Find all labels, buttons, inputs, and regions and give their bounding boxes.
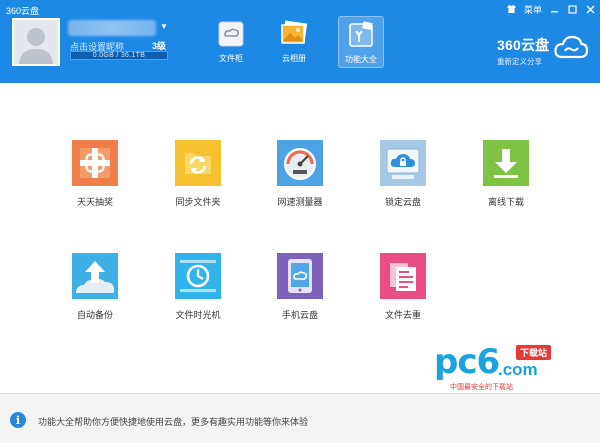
feature-auto-backup[interactable]: 自动备份 [60, 253, 130, 321]
menu-button[interactable]: 菜单 [524, 2, 542, 16]
tab-all-features[interactable]: 功能大全 [338, 16, 384, 68]
feature-label: 天天抽奖 [76, 197, 113, 207]
feature-label: 锁定云盘 [384, 197, 421, 207]
cloud-logo-icon [554, 35, 589, 59]
window-title: 360云盘 [6, 6, 40, 16]
storage-quota: 0.0GB / 36.1TB [70, 51, 168, 60]
window-controls: 菜单 [506, 2, 596, 16]
pc6-watermark: pc6 下载站 .com 中国最安全的下载站 [434, 343, 566, 397]
daily-lottery-icon [72, 140, 118, 186]
header-bar: 360云盘 菜单 ▼ 点击设置昵称 3级 0.0GB / 36.1TB 文件柜 … [0, 0, 600, 83]
feature-sync-folder[interactable]: 同步文件夹 [163, 140, 233, 208]
watermark-tag: 下载站 [516, 345, 552, 360]
minimize-icon[interactable] [548, 2, 560, 16]
lock-cloud-icon [380, 140, 426, 186]
sync-folder-icon [175, 140, 221, 186]
toolbox-icon [349, 21, 373, 47]
dedupe-icon [380, 253, 426, 299]
feature-daily-lottery[interactable]: 天天抽奖 [60, 140, 130, 208]
info-icon: i [10, 412, 26, 428]
feature-lock-cloud[interactable]: 锁定云盘 [368, 140, 438, 208]
skin-icon[interactable] [506, 2, 518, 16]
watermark-brand: pc6 [434, 342, 500, 382]
footer-bar: i 功能大全帮助你方便快捷地使用云盘，更多有趣实用功能等你来体验 [0, 393, 600, 443]
feature-time-machine[interactable]: 文件时光机 [163, 253, 233, 321]
feature-offline-download[interactable]: 离线下载 [471, 140, 541, 208]
tab-label: 云相册 [282, 54, 306, 63]
maximize-icon[interactable] [566, 2, 578, 16]
brand-name: 360云盘 [497, 37, 550, 53]
feature-dedupe[interactable]: 文件去重 [368, 253, 438, 321]
offline-download-icon [483, 140, 529, 186]
time-machine-icon [175, 253, 221, 299]
feature-label: 自动备份 [76, 310, 113, 320]
tab-label: 文件柜 [219, 54, 243, 63]
watermark-slogan: 中国最安全的下载站 [450, 384, 513, 391]
feature-label: 手机云盘 [281, 310, 318, 320]
speed-meter-icon [277, 140, 323, 186]
photo-album-icon [281, 20, 308, 44]
auto-backup-icon [72, 253, 118, 299]
feature-speed-meter[interactable]: 网速测量器 [265, 140, 335, 208]
tab-photo-album[interactable]: 云相册 [271, 16, 317, 68]
avatar[interactable] [12, 18, 60, 66]
brand: 360云盘 重新定义分享 [497, 35, 549, 67]
chevron-down-icon[interactable]: ▼ [160, 22, 168, 31]
feature-label: 同步文件夹 [175, 197, 221, 207]
brand-slogan: 重新定义分享 [497, 57, 542, 66]
tab-file-cabinet[interactable]: 文件柜 [208, 16, 254, 68]
watermark-domain: .com [498, 360, 538, 379]
feature-label: 离线下载 [487, 197, 524, 207]
footer-text: 功能大全帮助你方便快捷地使用云盘，更多有趣实用功能等你来体验 [38, 417, 309, 427]
file-cabinet-icon [218, 21, 244, 47]
feature-label: 文件时光机 [175, 310, 221, 320]
username-redacted [68, 20, 156, 36]
mobile-cloud-icon [277, 253, 323, 299]
close-icon[interactable] [584, 2, 596, 16]
feature-mobile-cloud[interactable]: 手机云盘 [265, 253, 335, 321]
feature-label: 文件去重 [384, 310, 421, 320]
feature-label: 网速测量器 [277, 197, 323, 207]
tab-label: 功能大全 [345, 55, 377, 64]
